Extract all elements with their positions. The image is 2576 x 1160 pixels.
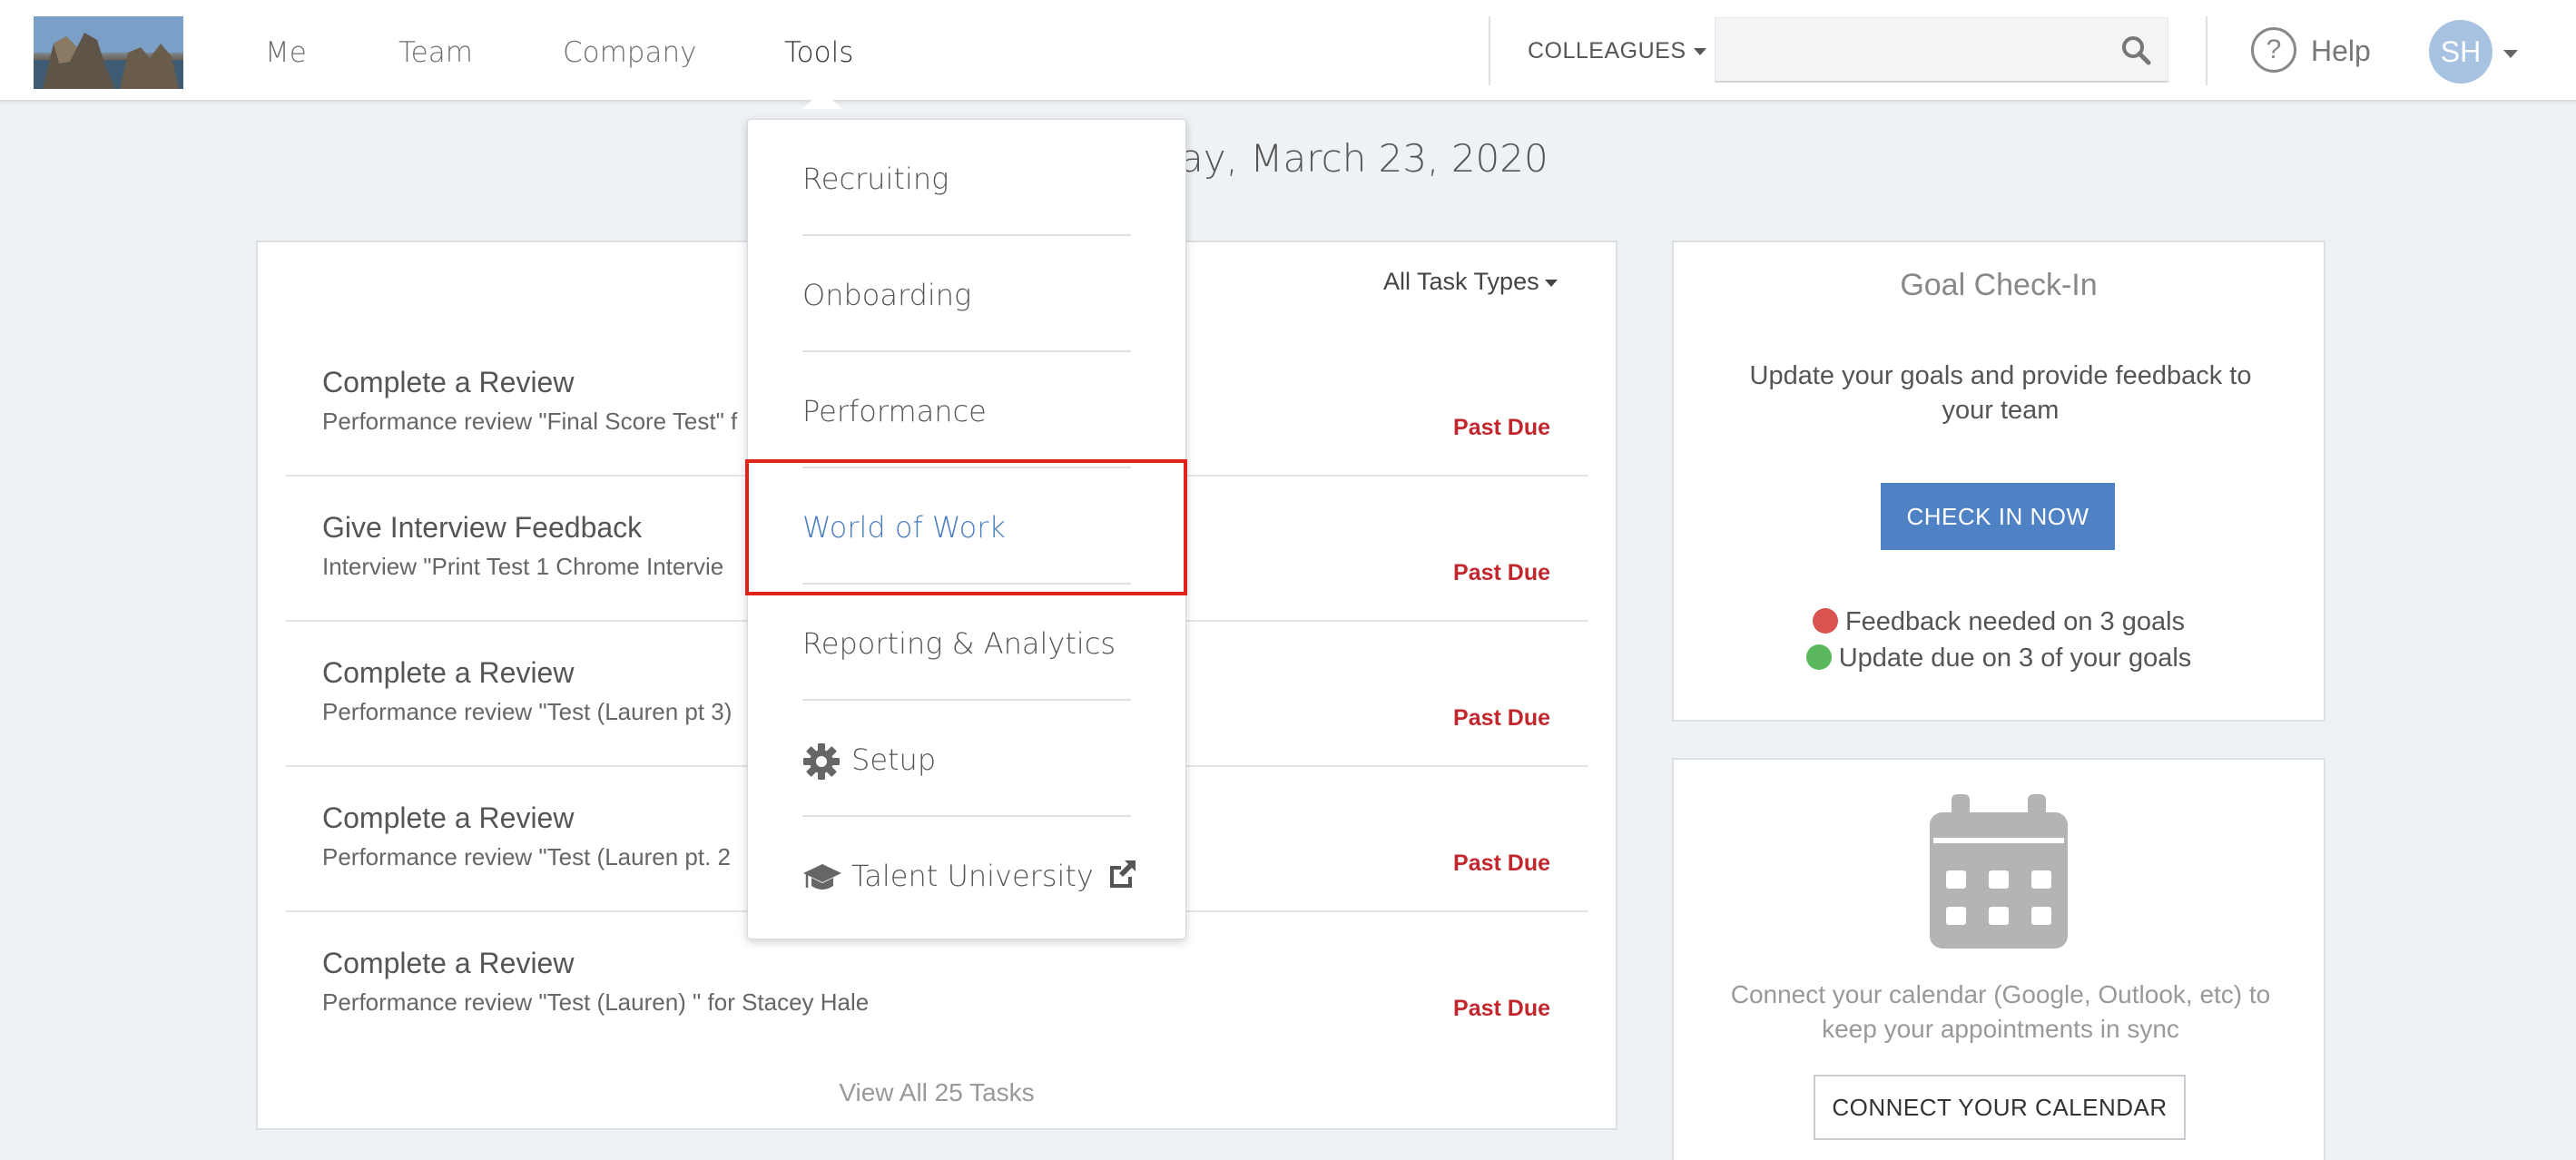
status-badge: Past Due: [1453, 850, 1550, 876]
goal-stat-text: Feedback needed on 3 goals: [1844, 607, 2186, 636]
status-badge: Past Due: [1453, 560, 1550, 585]
page-date-heading: ay, March 23, 2020: [1180, 136, 1549, 181]
task-subtitle: Performance review "Test (Lauren pt 3): [322, 698, 732, 725]
task-title[interactable]: Complete a Review: [322, 366, 574, 399]
task-title[interactable]: Complete a Review: [322, 801, 574, 835]
menu-item-onboarding[interactable]: Onboarding: [802, 236, 1131, 352]
task-subtitle: Performance review "Test (Lauren) " for …: [322, 988, 870, 1016]
menu-item-label: Onboarding: [802, 278, 972, 312]
goal-checkin-description: Update your goals and provide feedback t…: [1749, 361, 2252, 425]
colleague-search-input[interactable]: [1715, 17, 2168, 83]
caret-down-icon[interactable]: [2503, 50, 2518, 58]
task-subtitle: Performance review "Final Score Test" f: [322, 408, 738, 435]
menu-item-setup[interactable]: Setup: [802, 701, 1131, 817]
highlight-annotation-box: [745, 459, 1187, 595]
check-in-now-button[interactable]: CHECK IN NOW: [1881, 483, 2115, 550]
gear-icon: [802, 742, 841, 788]
menu-item-label: Talent University: [851, 859, 1137, 893]
calendar-icon: [1930, 794, 2068, 955]
help-link[interactable]: Help: [2311, 34, 2371, 68]
connect-calendar-button[interactable]: CONNECT YOUR CALENDAR: [1814, 1075, 2186, 1140]
calendar-connect-panel: Connect your calendar (Google, Outlook, …: [1672, 758, 2325, 1160]
menu-item-label: Performance: [802, 394, 987, 428]
menu-item-label: Setup: [851, 742, 937, 777]
status-badge: Past Due: [1453, 705, 1550, 731]
menu-item-label: Recruiting: [802, 162, 949, 196]
menu-item-performance[interactable]: Performance: [802, 352, 1131, 468]
green-status-dot-icon: [1805, 644, 1832, 670]
goal-checkin-panel: Goal Check-In Update your goals and prov…: [1672, 241, 2325, 722]
user-avatar[interactable]: SH: [2429, 20, 2492, 84]
calendar-connect-text: Connect your calendar (Google, Outlook, …: [1730, 980, 2271, 1043]
colleagues-dropdown[interactable]: COLLEAGUES: [1528, 38, 1706, 64]
task-subtitle: Performance review "Test (Lauren pt. 2: [322, 843, 731, 870]
menu-item-talent-university[interactable]: Talent University: [802, 817, 1136, 933]
task-type-filter-label: All Task Types: [1383, 268, 1539, 295]
task-title[interactable]: Complete a Review: [322, 947, 574, 980]
status-badge: Past Due: [1453, 996, 1550, 1021]
colleagues-label: COLLEAGUES: [1528, 38, 1686, 64]
graduation-cap-icon: [802, 859, 842, 902]
help-icon[interactable]: ?: [2251, 27, 2296, 73]
task-subtitle: Interview "Print Test 1 Chrome Intervie: [322, 553, 724, 580]
caret-down-icon: [1544, 279, 1558, 287]
company-logo[interactable]: [34, 16, 183, 89]
red-status-dot-icon: [1812, 608, 1838, 634]
goal-stat-text: Update due on 3 of your goals: [1838, 644, 2192, 673]
menu-item-reporting-analytics[interactable]: Reporting & Analytics: [802, 585, 1131, 701]
nav-me[interactable]: Me: [265, 36, 307, 69]
dropdown-pointer: [802, 91, 842, 109]
nav-tools[interactable]: Tools: [784, 36, 853, 69]
task-title[interactable]: Give Interview Feedback: [322, 511, 642, 545]
goal-stat-feedback: Feedback needed on 3 goals: [1674, 607, 2324, 637]
search-icon[interactable]: [2120, 34, 2151, 70]
menu-item-recruiting[interactable]: Recruiting: [802, 120, 1131, 236]
goal-stat-update: Update due on 3 of your goals: [1674, 644, 2324, 673]
nav-team[interactable]: Team: [398, 36, 473, 69]
task-title[interactable]: Complete a Review: [322, 656, 574, 690]
menu-item-label: Reporting & Analytics: [802, 626, 1116, 661]
external-link-icon: [1110, 860, 1136, 888]
nav-company[interactable]: Company: [563, 36, 696, 69]
nav-divider: [2206, 16, 2207, 85]
caret-down-icon: [1693, 48, 1706, 56]
task-type-filter[interactable]: All Task Types: [1383, 268, 1558, 296]
status-badge: Past Due: [1453, 415, 1550, 440]
nav-divider: [1489, 16, 1490, 85]
goal-checkin-title: Goal Check-In: [1900, 268, 2098, 302]
top-navigation-bar: Me Team Company Tools COLLEAGUES ? Help …: [0, 0, 2576, 102]
view-all-tasks-link[interactable]: View All 25 Tasks: [256, 1078, 1617, 1107]
